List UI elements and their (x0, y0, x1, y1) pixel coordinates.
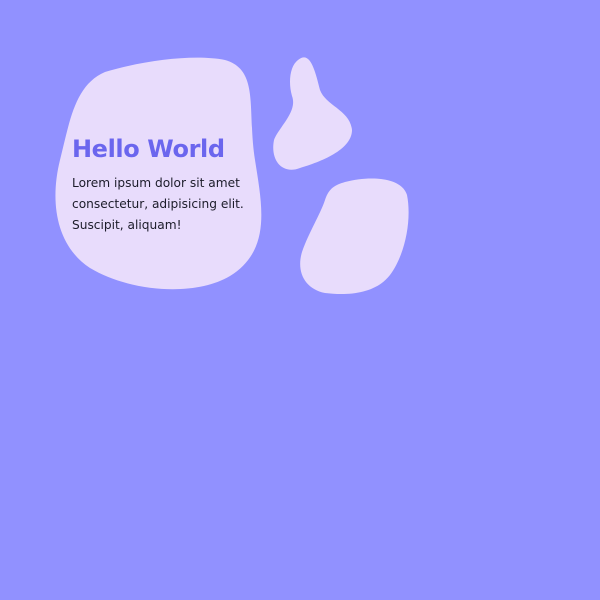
medium-blob (300, 178, 409, 295)
body-line: consectetur, adipisicing elit. (72, 197, 244, 211)
hero-title: Hello World (72, 135, 225, 163)
body-line: Lorem ipsum dolor sit amet (72, 176, 240, 190)
decorative-blobs (55, 57, 409, 295)
small-blob (273, 57, 352, 170)
hero-card: Hello World Lorem ipsum dolor sit amet c… (72, 134, 262, 236)
hero-canvas: Hello World Lorem ipsum dolor sit amet c… (0, 0, 600, 600)
body-line: Suscipit, aliquam! (72, 218, 182, 232)
hero-body-text: Lorem ipsum dolor sit amet consectetur, … (72, 173, 262, 236)
